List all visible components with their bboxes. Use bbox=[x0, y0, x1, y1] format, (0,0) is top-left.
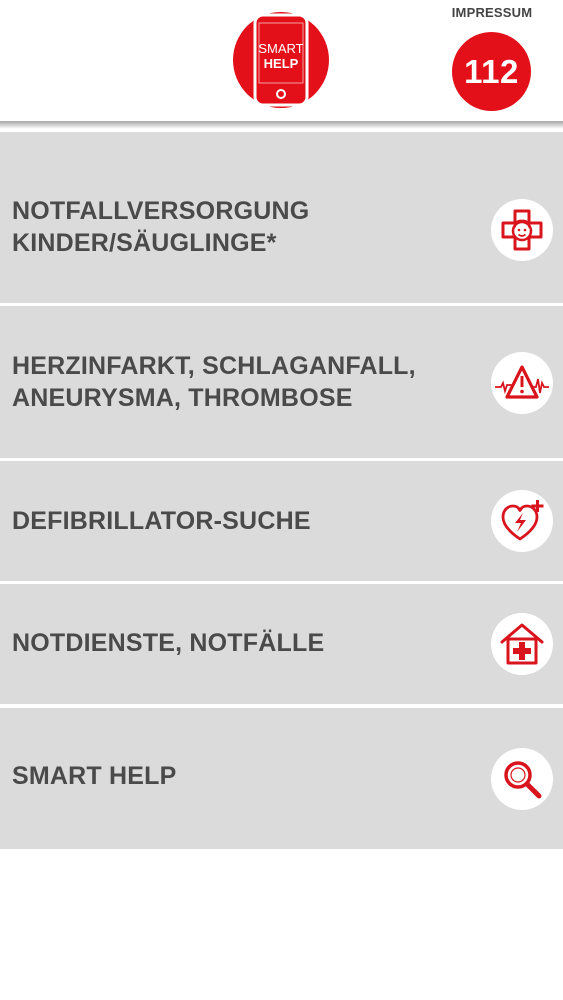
header-shadow bbox=[0, 121, 563, 129]
defibrillator-heart-icon bbox=[491, 490, 553, 552]
menu-item-notdienste-notfaelle[interactable]: NOTDIENSTE, NOTFÄLLE bbox=[0, 584, 563, 704]
menu-item-label-line1: NOTFALLVERSORGUNG bbox=[12, 197, 310, 225]
menu-item-label-line2: KINDER/SÄUGLINGE* bbox=[12, 229, 277, 257]
menu-item-herzinfarkt-schlaganfall[interactable]: HERZINFARKT, SCHLAGANFALL, ANEURYSMA, TH… bbox=[0, 306, 563, 458]
magnifier-icon bbox=[491, 748, 553, 810]
menu-item-defibrillator-suche[interactable]: DEFIBRILLATOR-SUCHE bbox=[0, 461, 563, 581]
app-screen: SMART HELP IMPRESSUM 112 NOTFALLVERSORGU… bbox=[0, 0, 563, 1000]
logo-text-line2: HELP bbox=[264, 56, 299, 71]
emergency-number-label: 112 bbox=[464, 52, 519, 90]
menu-item-label-line1: HERZINFARKT, SCHLAGANFALL, bbox=[12, 352, 416, 380]
impressum-link[interactable]: IMPRESSUM bbox=[442, 5, 542, 20]
menu-item-label: HERZINFARKT, SCHLAGANFALL, ANEURYSMA, TH… bbox=[12, 350, 452, 414]
menu-item-smart-help[interactable]: SMART HELP bbox=[0, 708, 563, 849]
menu-item-label: SMART HELP bbox=[12, 762, 177, 790]
menu-item-label: DEFIBRILLATOR-SUCHE bbox=[12, 507, 311, 535]
menu-item-notfallversorgung-kinder[interactable]: NOTFALLVERSORGUNG KINDER/SÄUGLINGE* bbox=[0, 132, 563, 303]
menu-item-label-line2: ANEURYSMA, THROMBOSE bbox=[12, 384, 353, 412]
smart-help-logo[interactable]: SMART HELP bbox=[232, 11, 330, 109]
heartbeat-warning-icon bbox=[491, 352, 553, 414]
emergency-call-112-button[interactable]: 112 bbox=[452, 32, 531, 111]
header: SMART HELP IMPRESSUM 112 bbox=[0, 0, 563, 122]
menu-item-label: NOTFALLVERSORGUNG KINDER/SÄUGLINGE* bbox=[12, 195, 452, 259]
logo-text-line1: SMART bbox=[258, 41, 303, 56]
child-cross-icon bbox=[491, 199, 553, 261]
empty-bottom-area bbox=[0, 849, 563, 1000]
hospital-house-icon bbox=[491, 613, 553, 675]
menu-item-label: NOTDIENSTE, NOTFÄLLE bbox=[12, 629, 325, 657]
